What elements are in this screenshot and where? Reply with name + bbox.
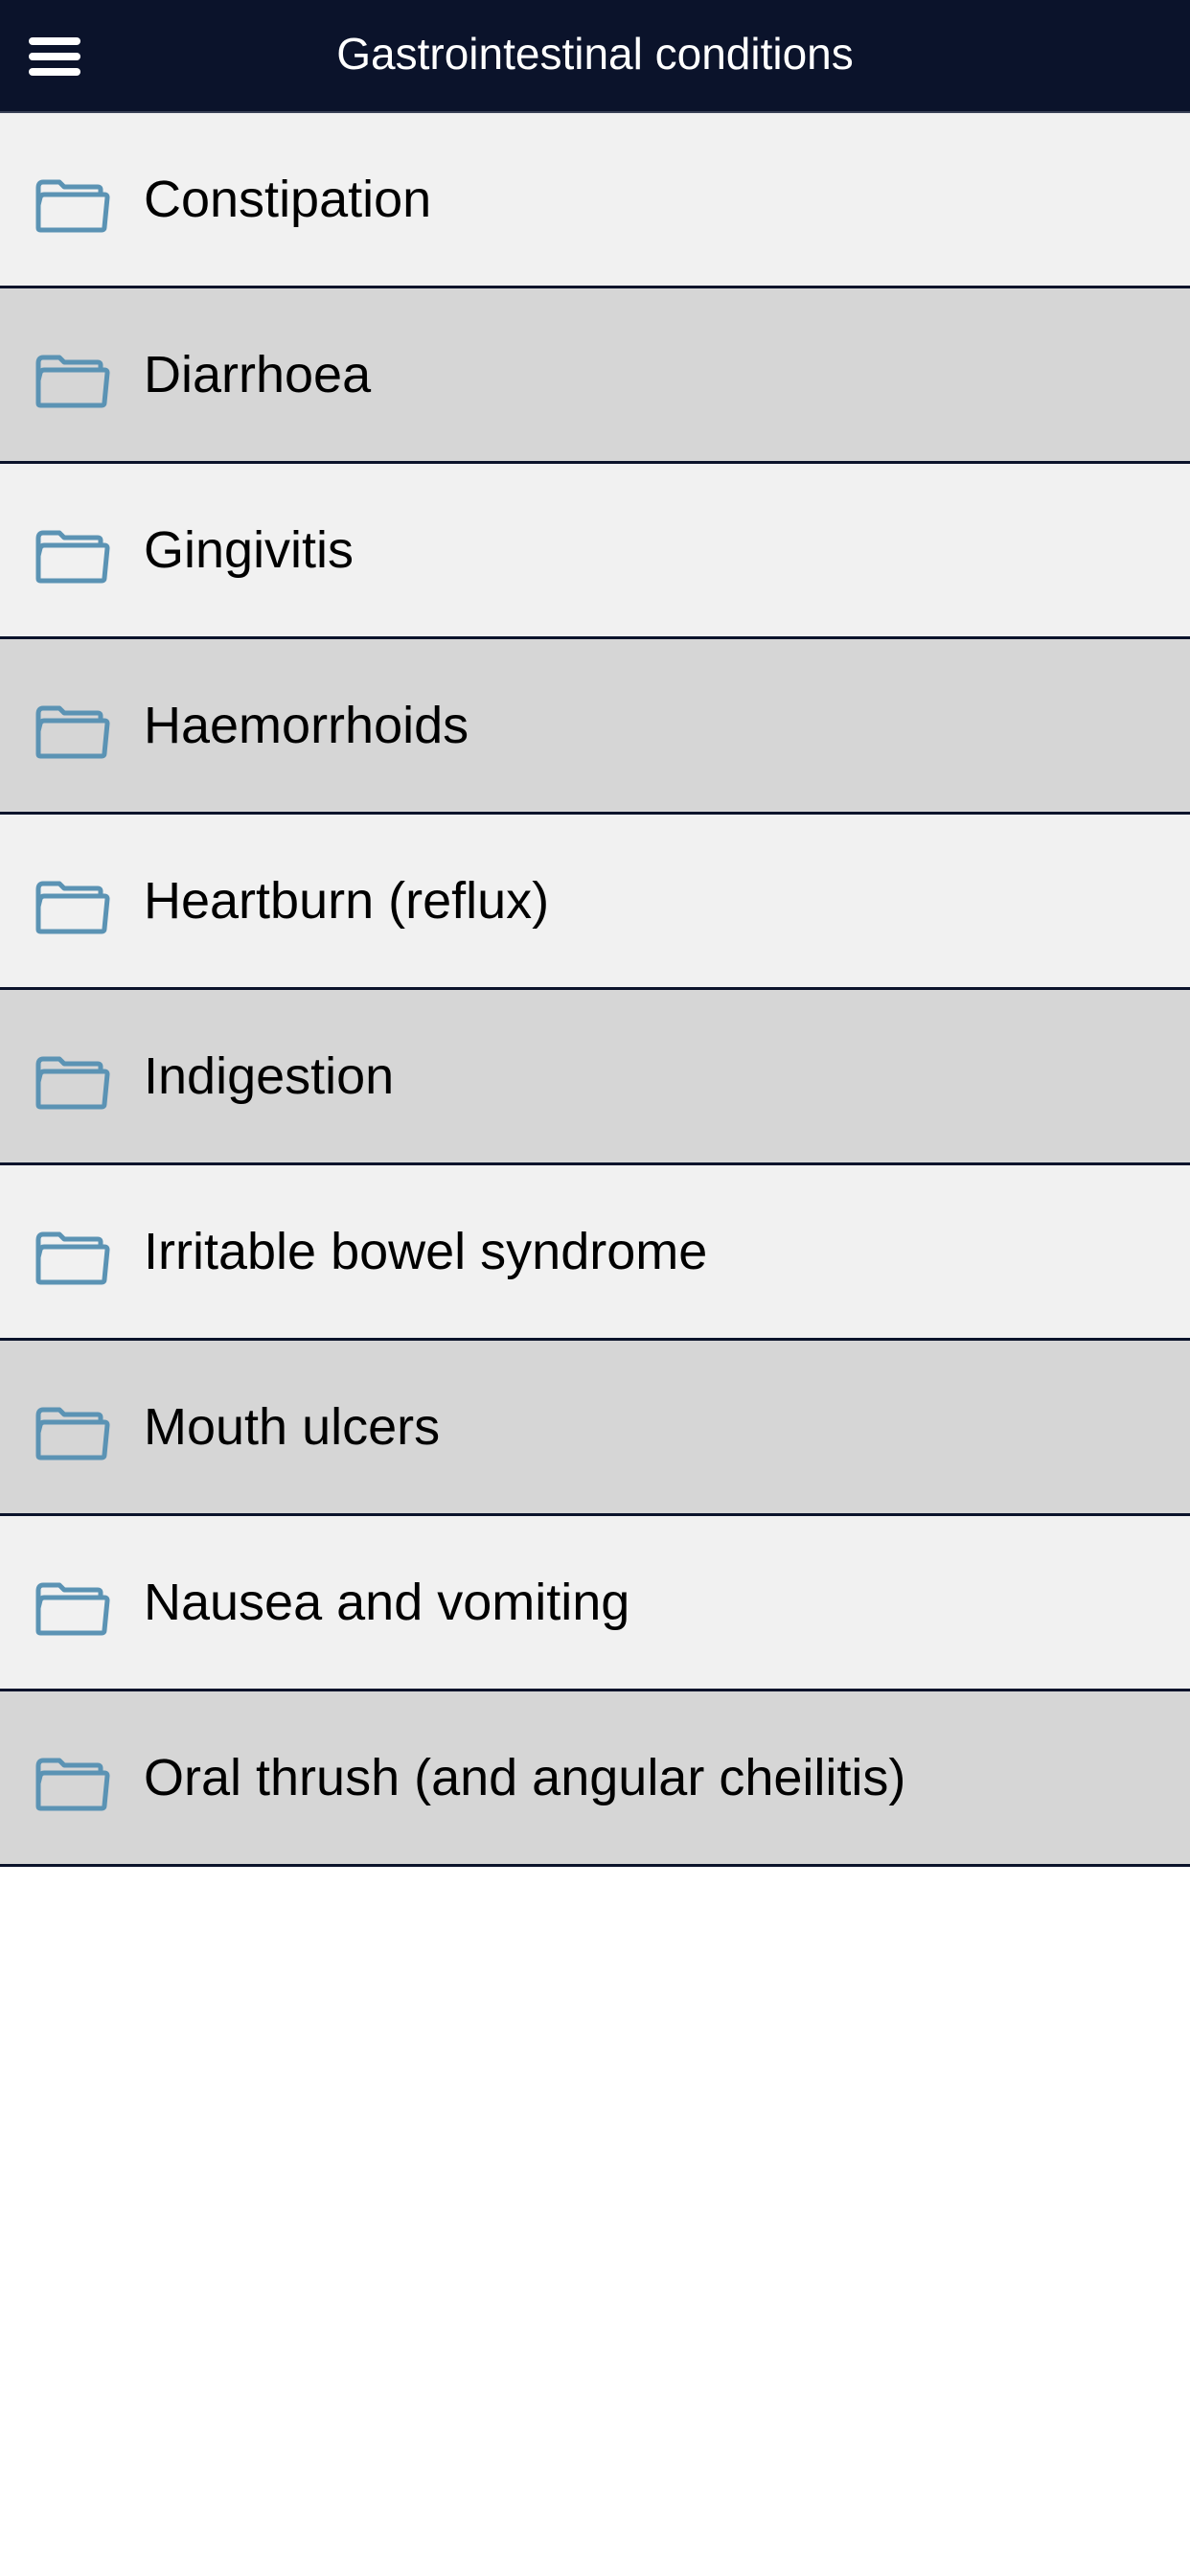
list-item-label: Nausea and vomiting [144, 1574, 630, 1631]
folder-icon [35, 1056, 110, 1110]
folder-icon [35, 1231, 110, 1285]
list-item-label: Indigestion [144, 1047, 395, 1105]
list-item-oral-thrush[interactable]: Oral thrush (and angular cheilitis) [0, 1691, 1190, 1867]
folder-icon [35, 881, 110, 934]
list-item-label: Oral thrush (and angular cheilitis) [144, 1749, 906, 1806]
list-item-mouth-ulcers[interactable]: Mouth ulcers [0, 1341, 1190, 1516]
list-item-label: Diarrhoea [144, 346, 372, 403]
folder-icon [35, 355, 110, 408]
list-item-label: Heartburn (reflux) [144, 872, 550, 930]
list-item-haemorrhoids[interactable]: Haemorrhoids [0, 639, 1190, 815]
hamburger-menu-icon[interactable] [27, 33, 84, 80]
folder-icon [35, 179, 110, 233]
list-item-heartburn[interactable]: Heartburn (reflux) [0, 815, 1190, 990]
folder-icon [35, 1758, 110, 1811]
list-item-indigestion[interactable]: Indigestion [0, 990, 1190, 1165]
list-item-irritable-bowel-syndrome[interactable]: Irritable bowel syndrome [0, 1165, 1190, 1341]
folder-icon [35, 1407, 110, 1460]
list-item-label: Irritable bowel syndrome [144, 1223, 708, 1280]
list-item-label: Gingivitis [144, 521, 355, 579]
list-item-label: Constipation [144, 171, 432, 228]
list-item-diarrhoea[interactable]: Diarrhoea [0, 288, 1190, 464]
list-item-label: Mouth ulcers [144, 1398, 441, 1456]
list-item-label: Haemorrhoids [144, 697, 469, 754]
folder-icon [35, 530, 110, 584]
list-item-constipation[interactable]: Constipation [0, 113, 1190, 288]
list-item-nausea-and-vomiting[interactable]: Nausea and vomiting [0, 1516, 1190, 1691]
folder-icon [35, 1582, 110, 1636]
folder-icon [35, 705, 110, 759]
list-item-gingivitis[interactable]: Gingivitis [0, 464, 1190, 639]
page-title: Gastrointestinal conditions [336, 29, 854, 79]
app-header: Gastrointestinal conditions [0, 0, 1190, 113]
conditions-list: Constipation Diarrhoea Gingivitis Haemor… [0, 113, 1190, 1867]
